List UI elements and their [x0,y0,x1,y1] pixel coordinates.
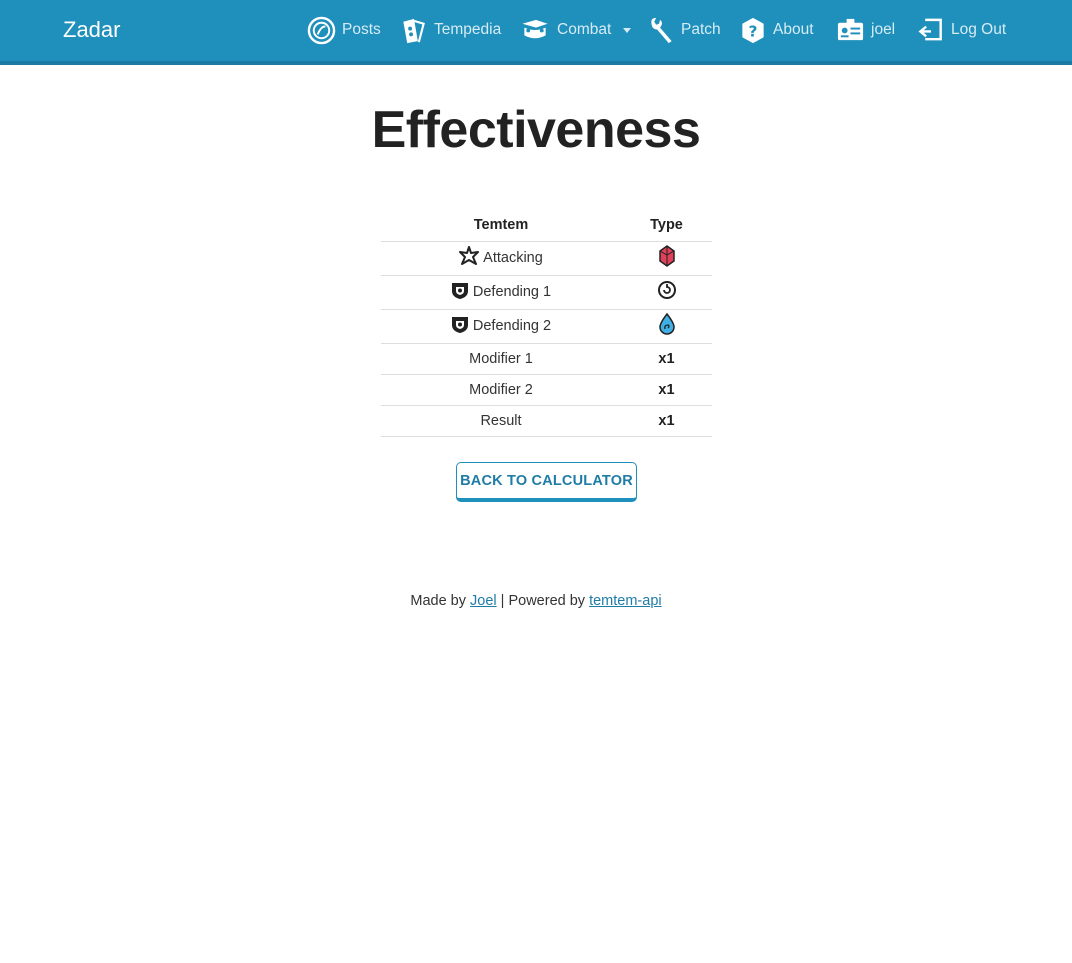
logout-icon [917,16,945,45]
temtem-api-link[interactable]: temtem-api [589,593,662,609]
table-row-defending-1: Defending 1 [381,275,712,310]
navbar: Zadar Posts Tempedia Combat Patch ? Abou… [0,0,1072,65]
header-type: Type [621,210,712,242]
row-value: x1 [621,343,712,375]
footer-powered-by: | Powered by [500,593,586,609]
question-icon: ? [739,16,767,45]
id-card-icon [836,16,865,45]
row-label: Modifier 2 [381,374,621,406]
footer-made-by: Made by [410,593,466,609]
nav-label-logout: Log Out [951,21,1007,38]
nav-item-combat[interactable]: Combat [519,14,632,46]
nav-item-profile[interactable]: joel [836,14,895,46]
nav-item-about[interactable]: ? About [739,14,814,46]
table-row-attacking: Attacking [381,241,712,276]
row-label: Defending 1 [472,284,552,300]
table-row-modifier-2: Modifier 2 x1 [381,374,712,406]
nav-item-tempedia[interactable]: Tempedia [398,14,501,46]
shield-icon [451,281,469,304]
posts-icon [307,16,336,45]
table-row-result: Result x1 [381,405,712,437]
table-row-modifier-1: Modifier 1 x1 [381,343,712,375]
table-header-row: Temtem Type [381,210,712,242]
chevron-down-icon [623,27,632,33]
table-row-defending-2: Defending 2 [381,309,712,344]
svg-text:?: ? [749,22,758,40]
combat-icon [519,16,551,45]
nav-label-username: joel [871,21,896,38]
back-to-calculator-button[interactable]: BACK TO CALCULATOR [456,462,637,502]
tempedia-icon [398,16,428,45]
nav-item-patch[interactable]: Patch [647,14,721,46]
nav-label-posts: Posts [342,21,381,38]
header-temtem: Temtem [381,210,621,242]
author-link[interactable]: Joel [470,593,497,609]
row-label: Modifier 1 [381,343,621,375]
wrench-icon [647,16,675,45]
water-type-icon [657,312,677,339]
shield-icon [451,315,469,338]
row-label: Attacking [483,250,543,266]
nav-menu: Posts Tempedia Combat Patch ? About joel… [0,0,1072,61]
page-title: Effectiveness [371,101,701,159]
row-label: Result [381,405,621,437]
row-value: x1 [621,405,712,437]
crystal-type-icon [658,245,676,271]
nav-label-tempedia: Tempedia [434,21,502,38]
row-label: Defending 2 [472,318,552,334]
effectiveness-table: Temtem Type Attacking Defending 1 Defend… [381,210,712,437]
nav-label-about: About [773,21,814,38]
mental-type-icon [657,280,677,304]
attack-icon [459,246,480,270]
nav-label-combat: Combat [557,21,612,38]
nav-item-logout[interactable]: Log Out [917,14,1006,46]
row-value: x1 [621,374,712,406]
nav-label-patch: Patch [681,21,721,38]
nav-item-posts[interactable]: Posts [307,14,381,46]
footer: Made by Joel | Powered by temtem-api [0,593,1072,609]
